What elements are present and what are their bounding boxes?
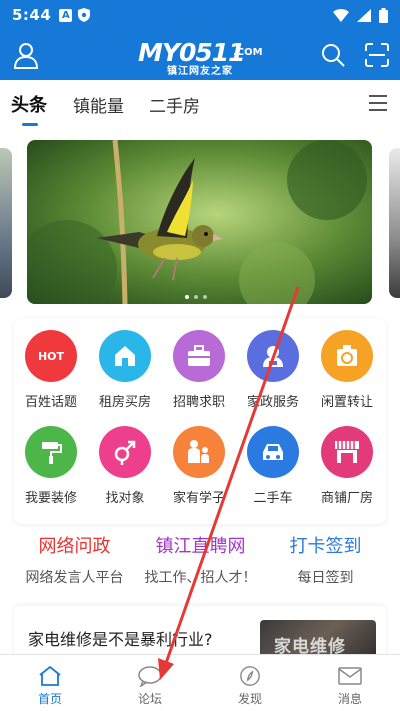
car-icon: [247, 426, 299, 478]
link-subtitle: 每日签到: [297, 570, 354, 586]
user-profile-icon[interactable]: [12, 41, 40, 69]
link-check-in[interactable]: 打卡签到 每日签到: [259, 532, 392, 587]
menu-icon[interactable]: [368, 94, 388, 112]
notification-a-icon: A: [59, 8, 73, 22]
grid-item-dating[interactable]: 找对象: [88, 426, 162, 506]
nav-label: 论坛: [137, 692, 162, 706]
link-network-politics[interactable]: 网络问政 网络发言人平台: [8, 532, 141, 587]
briefcase-icon: [173, 330, 225, 382]
grid-item-housekeeping[interactable]: 家政服务: [236, 330, 310, 410]
link-subtitle: 网络发言人平台: [25, 570, 124, 586]
category-tabs: 头条 镇能量 二手房: [0, 80, 400, 130]
app-header: MY0511 .COM 镇江网友之家: [0, 30, 400, 80]
logo-sub-text: 镇江网友之家: [167, 66, 233, 77]
paint-roller-icon: [25, 426, 77, 478]
shop-icon: [321, 426, 373, 478]
mail-icon: [338, 667, 362, 685]
housekeeping-icon: [247, 330, 299, 382]
grid-label: 我要装修: [24, 491, 77, 506]
logo-com-text: .COM: [233, 47, 263, 58]
scan-icon[interactable]: [364, 42, 390, 68]
article-title: 家电维修是不是暴利行业?: [28, 630, 213, 649]
carousel-dots: [185, 295, 207, 299]
tab-energy[interactable]: 镇能量: [73, 92, 124, 117]
status-bar: 5:44 A: [0, 0, 400, 30]
grid-item-shops[interactable]: 商铺厂房: [310, 426, 384, 506]
house-icon: [99, 330, 151, 382]
status-time: 5:44: [12, 6, 52, 24]
hot-icon: HOT: [25, 330, 77, 382]
gender-icon: [99, 426, 151, 478]
nav-messages[interactable]: 消息: [300, 655, 400, 711]
nav-home[interactable]: 首页: [0, 655, 100, 711]
link-title: 镇江直聘网: [155, 536, 246, 557]
grid-item-idle-transfer[interactable]: 闲置转让: [310, 330, 384, 410]
bird-photo: [27, 140, 372, 304]
compass-icon: [240, 666, 260, 686]
carousel-next-card[interactable]: [389, 148, 400, 298]
grid-label: 家有学子: [172, 491, 225, 506]
family-icon: [173, 426, 225, 478]
nav-forum[interactable]: 论坛: [100, 655, 200, 711]
grid-item-renovation[interactable]: 我要装修: [14, 426, 88, 506]
recycle-icon: [321, 330, 373, 382]
grid-label: 二手车: [253, 491, 293, 506]
site-logo: MY0511 .COM 镇江网友之家: [138, 38, 264, 77]
carousel-prev-card[interactable]: [0, 148, 12, 298]
tab-headlines[interactable]: 头条: [11, 91, 47, 117]
active-tab-indicator: [22, 123, 38, 126]
home-icon: [39, 665, 61, 686]
search-icon[interactable]: [320, 42, 346, 68]
wifi-icon: [333, 8, 349, 22]
banner-carousel[interactable]: [27, 140, 372, 304]
grid-item-jobs[interactable]: 招聘求职: [162, 330, 236, 410]
grid-item-used-car[interactable]: 二手车: [236, 426, 310, 506]
nav-label: 消息: [337, 692, 362, 706]
quick-links: 网络问政 网络发言人平台 镇江直聘网 找工作、招人才！ 打卡签到 每日签到: [0, 532, 400, 602]
signal-icon: [357, 8, 371, 22]
tab-second-hand-house[interactable]: 二手房: [149, 92, 200, 117]
grid-item-topics[interactable]: HOT 百姓话题: [14, 330, 88, 410]
link-title: 打卡签到: [289, 536, 362, 557]
grid-label: 家政服务: [246, 395, 299, 410]
nav-discover[interactable]: 发现: [200, 655, 300, 711]
link-subtitle: 找工作、招人才！: [144, 570, 257, 586]
nav-label: 首页: [37, 692, 62, 706]
grid-label: 百姓话题: [24, 395, 77, 410]
grid-label: 租房买房: [98, 395, 151, 410]
chat-bubble-icon: [138, 666, 162, 687]
grid-item-rent-buy[interactable]: 租房买房: [88, 330, 162, 410]
grid-label: 闲置转让: [320, 395, 373, 410]
grid-item-students[interactable]: 家有学子: [162, 426, 236, 506]
carousel-dot[interactable]: [203, 295, 207, 299]
shield-icon: [78, 8, 91, 22]
grid-label: 招聘求职: [172, 395, 225, 410]
link-zhenjiang-recruit[interactable]: 镇江直聘网 找工作、招人才！: [134, 532, 267, 587]
grid-label: 找对象: [105, 491, 145, 506]
carousel-dot[interactable]: [185, 295, 189, 299]
grid-label: 商铺厂房: [320, 491, 373, 506]
category-grid: HOT 百姓话题 租房买房 招聘求职 家政服务 闲置转让 我要装修 找对象 家有…: [14, 318, 386, 524]
link-title: 网络问政: [38, 536, 111, 557]
battery-icon: [379, 7, 388, 23]
bottom-nav: 首页 论坛 发现 消息: [0, 654, 400, 711]
nav-label: 发现: [237, 692, 262, 706]
carousel-dot[interactable]: [194, 295, 198, 299]
